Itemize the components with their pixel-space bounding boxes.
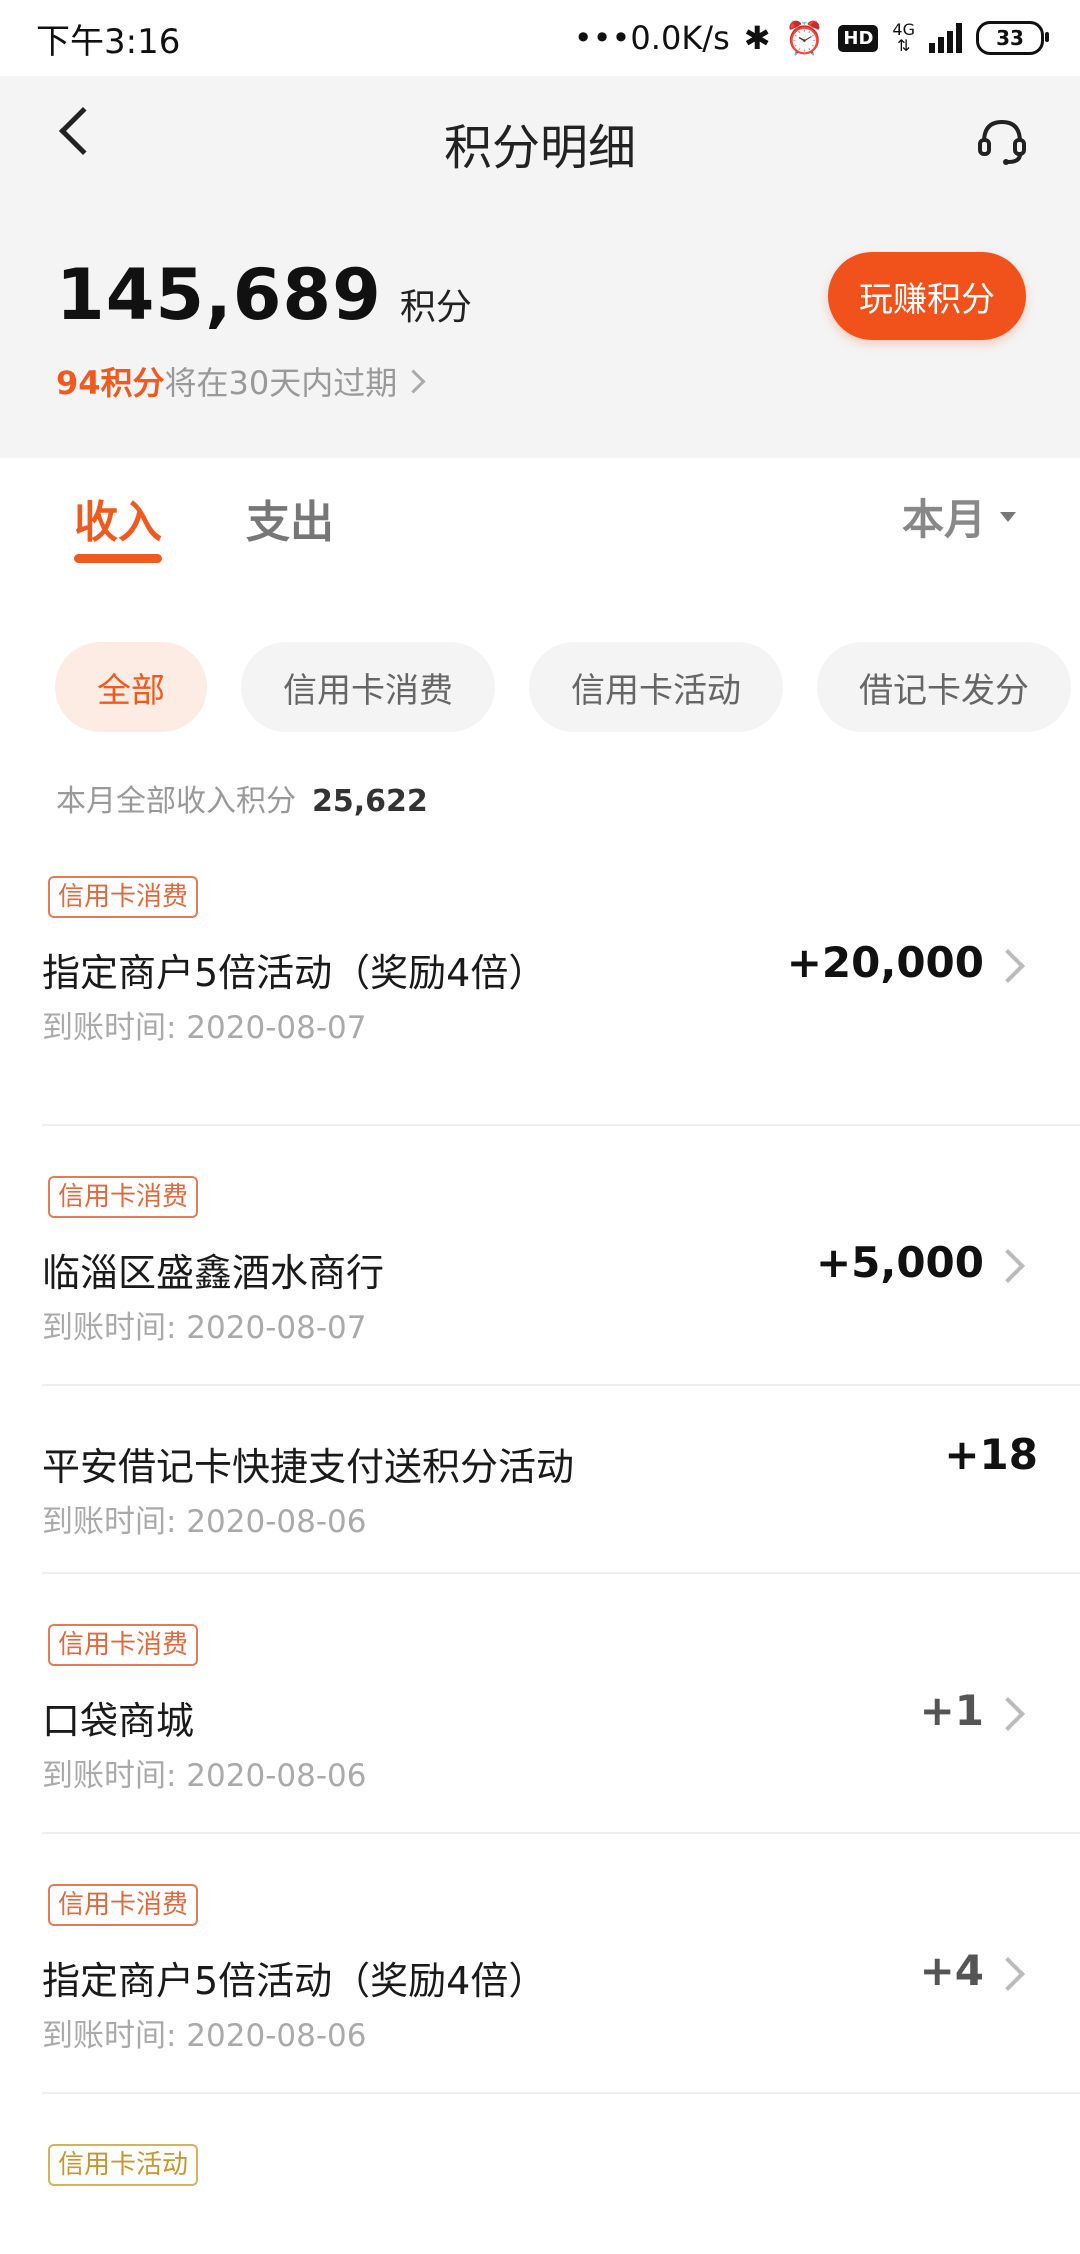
alarm-icon: ⏰ <box>784 19 825 57</box>
record-tag: 信用卡消费 <box>48 1624 199 1666</box>
period-label: 本月 <box>901 495 986 544</box>
chip-credit-activity[interactable]: 信用卡活动 <box>529 642 783 732</box>
list-item[interactable]: 信用卡消费 指定商户5倍活动（奖励4倍） 到账时间: 2020-08-06 +4 <box>42 1834 1080 2094</box>
caret-down-icon <box>1000 511 1016 522</box>
record-title: 口袋商城 <box>42 1699 195 1743</box>
record-time: 到账时间: 2020-08-07 <box>42 1010 367 1046</box>
expire-text: 将在30天内过期 <box>164 364 398 402</box>
record-time: 到账时间: 2020-08-07 <box>42 1310 367 1346</box>
nav-bar: 积分明细 <box>0 76 1080 196</box>
expire-points: 94积分 <box>56 364 165 402</box>
tab-income[interactable]: 收入 <box>74 486 162 550</box>
period-selector[interactable]: 本月 <box>902 486 1016 547</box>
earn-points-button[interactable]: 玩赚积分 <box>828 252 1026 340</box>
battery-icon: 33 <box>976 21 1049 55</box>
record-time: 到账时间: 2020-08-06 <box>42 1758 367 1794</box>
chip-credit-spend[interactable]: 信用卡消费 <box>241 642 495 732</box>
signal-icon <box>929 23 962 53</box>
chevron-right-icon <box>401 368 426 394</box>
summary-label: 本月全部收入积分 <box>56 784 296 819</box>
income-summary: 本月全部收入积分 25,622 <box>56 776 428 820</box>
status-bar: 下午3:16 •••0.0K/s ✱ ⏰ HD 4G ⇅ 33 <box>0 0 1080 76</box>
status-icons: •••0.0K/s ✱ ⏰ HD 4G ⇅ 33 <box>573 19 1049 57</box>
points-value: 145,689 <box>56 254 382 336</box>
network-speed: •••0.0K/s <box>573 19 730 57</box>
record-amount: +20,000 <box>786 938 984 987</box>
record-amount: +18 <box>944 1430 1038 1479</box>
customer-service-icon[interactable] <box>974 112 1030 168</box>
record-time: 到账时间: 2020-08-06 <box>42 1504 367 1540</box>
points-unit: 积分 <box>399 287 472 328</box>
record-title: 指定商户5倍活动（奖励4倍） <box>42 951 547 995</box>
expire-notice[interactable]: 94积分 将在30天内过期 <box>56 358 426 404</box>
tab-bar: 收入 支出 本月 <box>0 458 1080 578</box>
list-item[interactable]: 信用卡消费 临淄区盛鑫酒水商行 到账时间: 2020-08-07 +5,000 <box>42 1126 1080 1386</box>
chip-all[interactable]: 全部 <box>55 642 207 732</box>
record-tag: 信用卡活动 <box>48 2144 199 2186</box>
chevron-right-icon <box>991 1249 1025 1283</box>
record-tag: 信用卡消费 <box>48 1176 199 1218</box>
list-item[interactable]: 信用卡消费 指定商户5倍活动（奖励4倍） 到账时间: 2020-08-07 +2… <box>42 866 1080 1126</box>
network-type-icon: 4G ⇅ <box>892 20 915 55</box>
hd-icon: HD <box>838 24 879 52</box>
tab-indicator <box>74 554 162 563</box>
chevron-right-icon <box>991 949 1025 983</box>
record-tag: 信用卡消费 <box>48 1884 199 1926</box>
points-total: 145,689 积分 <box>56 254 472 336</box>
status-time: 下午3:16 <box>36 21 181 62</box>
record-title: 指定商户5倍活动（奖励4倍） <box>42 1959 547 2003</box>
points-record-list: 信用卡消费 指定商户5倍活动（奖励4倍） 到账时间: 2020-08-07 +2… <box>0 866 1080 2254</box>
bluetooth-icon: ✱ <box>743 19 771 57</box>
record-amount: +1 <box>919 1686 984 1735</box>
points-header: 积分明细 145,689 积分 94积分 将在30天内过期 玩赚积分 <box>0 76 1080 458</box>
record-time: 到账时间: 2020-08-06 <box>42 2018 367 2054</box>
record-title: 平安借记卡快捷支付送积分活动 <box>42 1445 575 1489</box>
summary-value: 25,622 <box>312 784 428 819</box>
page-title: 积分明细 <box>443 120 636 176</box>
list-item[interactable]: 信用卡消费 口袋商城 到账时间: 2020-08-06 +1 <box>42 1574 1080 1834</box>
record-title: 临淄区盛鑫酒水商行 <box>42 1251 385 1295</box>
filter-chips: 全部 信用卡消费 信用卡活动 借记卡发分 <box>55 642 1071 732</box>
record-amount: +4 <box>919 1946 984 1995</box>
record-amount: +5,000 <box>815 1238 984 1287</box>
chevron-right-icon <box>991 1957 1025 1991</box>
tab-expense[interactable]: 支出 <box>246 486 334 550</box>
list-item[interactable]: 信用卡活动 <box>42 2094 1080 2254</box>
record-tag: 信用卡消费 <box>48 876 199 918</box>
chip-debit-points[interactable]: 借记卡发分 <box>817 642 1071 732</box>
list-item: 平安借记卡快捷支付送积分活动 到账时间: 2020-08-06 +18 <box>42 1386 1080 1574</box>
chevron-right-icon <box>991 1697 1025 1731</box>
